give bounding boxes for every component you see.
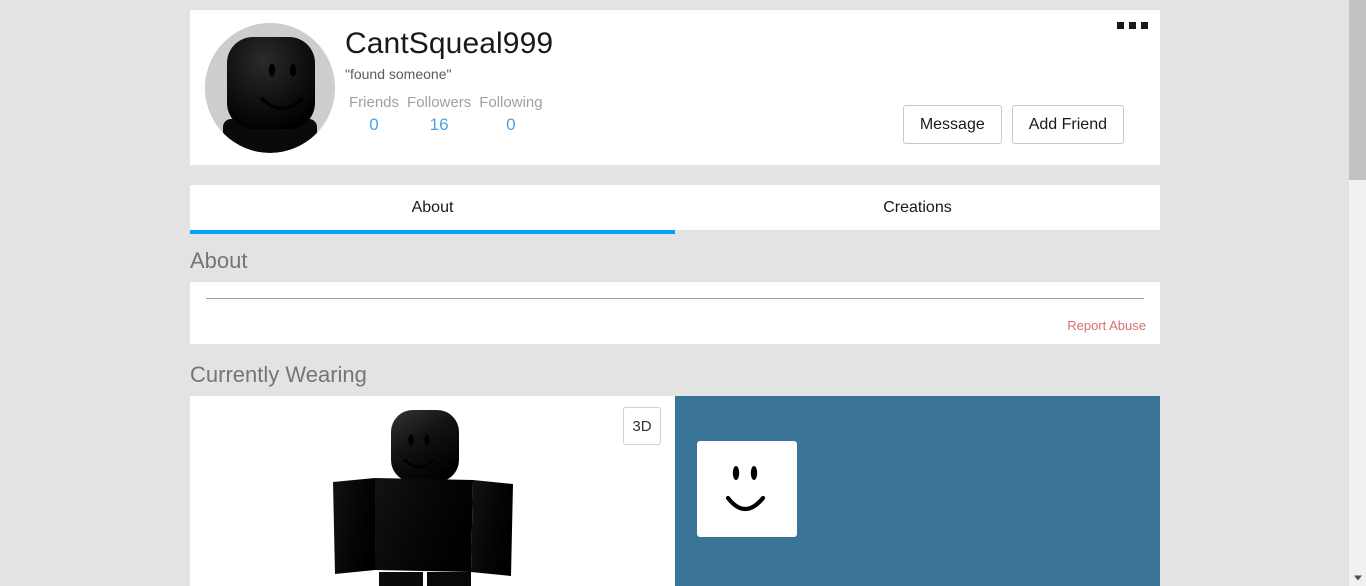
overflow-dots-icon[interactable]	[1117, 22, 1148, 29]
profile-status: "found someone"	[345, 66, 452, 82]
vertical-scrollbar[interactable]	[1349, 0, 1366, 586]
dot-2	[1129, 22, 1136, 29]
stat-friends[interactable]: Friends 0	[345, 93, 403, 138]
avatar[interactable]	[205, 23, 335, 153]
smiley-face-icon	[725, 466, 766, 512]
stat-followers[interactable]: Followers 16	[403, 93, 475, 138]
currently-wearing-card: 3D	[190, 396, 1160, 586]
stat-followers-label: Followers	[407, 94, 472, 111]
stat-following-label: Following	[479, 94, 543, 111]
add-friend-button[interactable]: Add Friend	[1011, 105, 1124, 144]
chevron-down-icon[interactable]	[1349, 569, 1366, 586]
tab-about[interactable]: About	[190, 185, 675, 234]
avatar-headshot-image	[205, 23, 335, 153]
profile-actions: Message Add Friend	[902, 105, 1124, 144]
tab-creations[interactable]: Creations	[675, 185, 1160, 230]
smiley-face-item-thumbnail[interactable]	[697, 441, 797, 537]
profile-tabs: About Creations	[190, 185, 1160, 234]
profile-page: CantSqueal999 "found someone" Friends 0 …	[190, 10, 1160, 586]
avatar-preview-pane: 3D	[190, 396, 675, 586]
three-d-toggle-button[interactable]: 3D	[623, 407, 661, 445]
about-section-title: About	[190, 248, 248, 273]
stat-friends-value: 0	[369, 115, 379, 134]
message-button[interactable]: Message	[902, 105, 1002, 144]
profile-stats: Friends 0 Followers 16 Following 0	[345, 93, 553, 138]
profile-info: CantSqueal999 "found someone" Friends 0 …	[345, 26, 553, 138]
page-title: CantSqueal999	[345, 27, 554, 60]
report-abuse-link[interactable]: Report Abuse	[1067, 317, 1146, 334]
dot-3	[1141, 22, 1148, 29]
about-divider	[206, 298, 1144, 299]
dot-1	[1117, 22, 1124, 29]
about-card: Report Abuse	[190, 282, 1160, 344]
stat-followers-value: 16	[429, 115, 449, 134]
wearing-items-pane	[675, 396, 1160, 586]
stat-following-value: 0	[506, 115, 516, 134]
stat-following[interactable]: Following 0	[475, 93, 546, 138]
currently-wearing-section-title: Currently Wearing	[190, 362, 367, 387]
profile-header-card: CantSqueal999 "found someone" Friends 0 …	[190, 10, 1160, 165]
browser-viewport: CantSqueal999 "found someone" Friends 0 …	[0, 0, 1366, 586]
avatar-full-body-image[interactable]	[313, 402, 553, 586]
scrollbar-thumb[interactable]	[1349, 0, 1366, 180]
stat-friends-label: Friends	[349, 94, 400, 111]
